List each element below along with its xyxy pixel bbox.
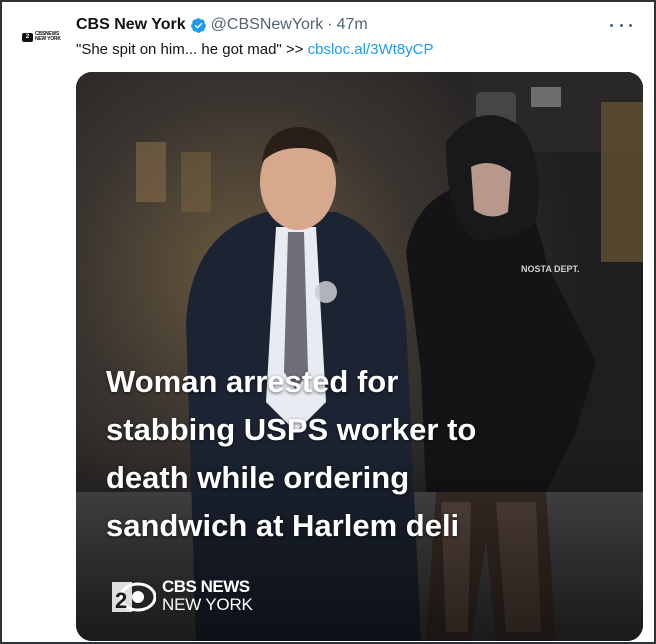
tweet-text: "She spit on him... he got mad" >> cbslo… xyxy=(76,40,634,60)
handle[interactable]: @CBSNewYork xyxy=(211,16,324,34)
display-name[interactable]: CBS New York xyxy=(76,16,186,34)
verified-badge-icon xyxy=(190,17,206,33)
headline-line: sandwich at Harlem deli xyxy=(106,508,460,543)
svg-text:2: 2 xyxy=(115,588,127,613)
tweet-text-body: "She spit on him... he got mad" >> xyxy=(76,41,308,58)
tweet-header: CBS New York @CBSNewYork · 47m xyxy=(76,14,634,36)
headline-line: stabbing USPS worker to xyxy=(106,412,477,447)
sweatshirt-print: NOSTA DEPT. xyxy=(521,264,580,274)
tweet-card[interactable]: 2 CBSNEWS NEW YORK CBS New York @CBSNewY… xyxy=(0,0,656,644)
tweet-link[interactable]: cbsloc.al/3Wt8yCP xyxy=(308,41,434,58)
avatar[interactable]: 2 CBSNEWS NEW YORK xyxy=(22,28,64,46)
cbs-eye-icon: 2 xyxy=(112,582,156,613)
avatar-logo-mark: 2 xyxy=(22,32,33,42)
timestamp[interactable]: 47m xyxy=(337,16,368,34)
avatar-logo-text: CBSNEWS NEW YORK xyxy=(35,31,61,42)
headline-line: Woman arrested for xyxy=(106,364,399,399)
more-options-icon[interactable] xyxy=(610,16,632,34)
image-headline: Woman arrested for stabbing USPS worker … xyxy=(106,358,626,550)
photo-scene: NOSTA DEPT. xyxy=(76,72,643,641)
logo-line-1: CBS NEWS xyxy=(162,577,250,596)
tweet-media-image[interactable]: NOSTA DEPT. Woman arrested for stabbing … xyxy=(76,72,643,641)
cbs-news-logo: 2 CBS NEWS NEW YORK xyxy=(112,576,253,616)
logo-line-2: NEW YORK xyxy=(162,595,253,614)
headline-line: death while ordering xyxy=(106,460,410,495)
separator-dot: · xyxy=(327,16,333,33)
